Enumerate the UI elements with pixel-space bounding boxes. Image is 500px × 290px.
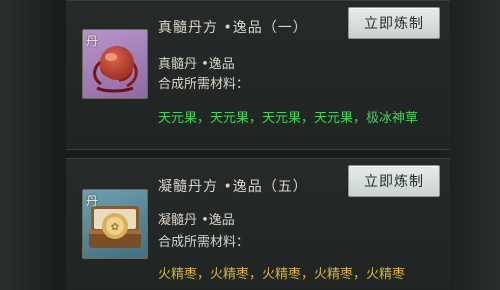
materials-label: 合成所需材料： <box>158 235 250 250</box>
materials-list: 天元果，天元果，天元果，天元果，极冰神草 <box>158 111 419 126</box>
svg-text:✿: ✿ <box>111 222 119 233</box>
item-name: 真髓丹 •逸品 <box>158 57 235 72</box>
item-name: 凝髓丹 •逸品 <box>158 213 235 228</box>
slot-tag: 丹 <box>86 194 99 208</box>
recipe-card: ✿ 丹 凝髓丹方 •逸品（五） 立即炼制 凝髓丹 •逸品 合成所需材料： 火精枣… <box>66 158 450 290</box>
slot-tag: 丹 <box>86 34 99 48</box>
recipe-card: 丹 真髓丹方 •逸品（一） 立即炼制 真髓丹 •逸品 合成所需材料： 天元果，天… <box>66 0 450 150</box>
craft-now-button[interactable]: 立即炼制 <box>348 165 440 197</box>
item-slot[interactable]: ✿ 丹 <box>82 189 148 259</box>
craft-now-button[interactable]: 立即炼制 <box>348 7 440 39</box>
materials-list: 火精枣，火精枣，火精枣，火精枣，火精枣 <box>158 267 406 282</box>
recipe-title: 凝髓丹方 •逸品（五） <box>158 179 308 195</box>
item-slot[interactable]: 丹 <box>82 29 148 99</box>
materials-label: 合成所需材料： <box>158 77 250 92</box>
recipe-title: 真髓丹方 •逸品（一） <box>158 20 308 36</box>
